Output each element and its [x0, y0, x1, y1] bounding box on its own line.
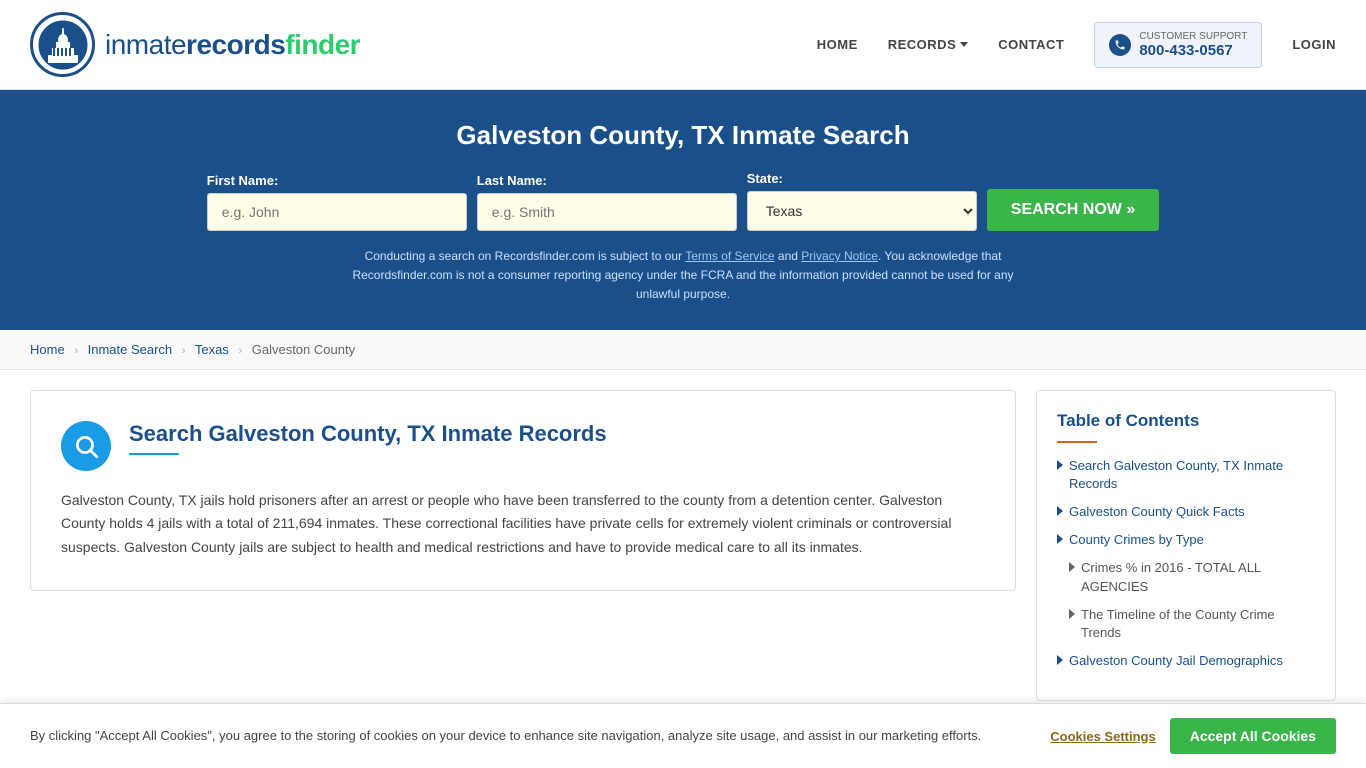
toc-link-1[interactable]: Search Galveston County, TX Inmate Recor… — [1069, 457, 1315, 493]
article-heading: Search Galveston County, TX Inmate Recor… — [129, 421, 607, 447]
last-name-input[interactable] — [477, 193, 737, 231]
breadcrumb-home[interactable]: Home — [30, 342, 65, 357]
accept-all-cookies-button[interactable]: Accept All Cookies — [1170, 718, 1336, 754]
first-name-label: First Name: — [207, 173, 279, 188]
toc-heading: Table of Contents — [1057, 411, 1315, 431]
breadcrumb-sep-2: › — [182, 345, 186, 357]
header: inmaterecordsfinder HOME RECORDS CONTACT… — [0, 0, 1366, 90]
cookie-actions: Cookies Settings Accept All Cookies — [1050, 718, 1336, 754]
nav-records[interactable]: RECORDS — [888, 37, 969, 52]
chevron-right-icon — [1057, 460, 1063, 470]
article-underline — [129, 453, 179, 455]
terms-link[interactable]: Terms of Service — [685, 249, 774, 263]
chevron-right-icon — [1057, 506, 1063, 516]
breadcrumb-county: Galveston County — [252, 342, 355, 357]
support-phone: 800-433-0567 — [1139, 42, 1247, 59]
breadcrumb-state[interactable]: Texas — [195, 342, 229, 357]
toc-link-5[interactable]: The Timeline of the County Crime Trends — [1081, 606, 1315, 642]
toc-item: Search Galveston County, TX Inmate Recor… — [1057, 457, 1315, 493]
chevron-right-icon — [1057, 534, 1063, 544]
toc-link-4[interactable]: Crimes % in 2016 - TOTAL ALL AGENCIES — [1081, 559, 1315, 595]
nav-records-label: RECORDS — [888, 37, 957, 52]
logo-text[interactable]: inmaterecordsfinder — [105, 29, 360, 61]
article: Search Galveston County, TX Inmate Recor… — [30, 390, 1016, 591]
login-button[interactable]: LOGIN — [1292, 37, 1336, 52]
sidebar: Table of Contents Search Galveston Count… — [1036, 390, 1336, 702]
hero-section: Galveston County, TX Inmate Search First… — [0, 90, 1366, 330]
state-select[interactable]: Texas — [747, 191, 977, 231]
chevron-down-icon — [960, 42, 968, 47]
phone-icon — [1109, 34, 1131, 56]
search-form: First Name: Last Name: State: Texas SEAR… — [20, 171, 1346, 231]
logo-area: inmaterecordsfinder — [30, 12, 360, 77]
search-button[interactable]: SEARCH NOW » — [987, 189, 1159, 231]
toc-link-2[interactable]: Galveston County Quick Facts — [1069, 503, 1245, 521]
article-header: Search Galveston County, TX Inmate Recor… — [61, 421, 985, 471]
cookie-banner: By clicking "Accept All Cookies", you ag… — [0, 703, 1366, 768]
breadcrumb-sep-3: › — [238, 345, 242, 357]
state-group: State: Texas — [747, 171, 977, 231]
nav-contact[interactable]: CONTACT — [998, 37, 1064, 52]
privacy-link[interactable]: Privacy Notice — [801, 249, 878, 263]
article-body: Galveston County, TX jails hold prisoner… — [61, 489, 985, 560]
state-label: State: — [747, 171, 783, 186]
toc-item: County Crimes by Type — [1057, 531, 1315, 549]
breadcrumb-sep-1: › — [74, 345, 78, 357]
nav-home[interactable]: HOME — [817, 37, 858, 52]
support-info: CUSTOMER SUPPORT 800-433-0567 — [1139, 31, 1247, 59]
first-name-group: First Name: — [207, 173, 467, 231]
breadcrumb: Home › Inmate Search › Texas › Galveston… — [0, 330, 1366, 370]
hero-disclaimer: Conducting a search on Recordsfinder.com… — [333, 247, 1033, 305]
article-title-area: Search Galveston County, TX Inmate Recor… — [129, 421, 607, 455]
toc-item: Galveston County Quick Facts — [1057, 503, 1315, 521]
toc-link-3[interactable]: County Crimes by Type — [1069, 531, 1204, 549]
toc-item: The Timeline of the County Crime Trends — [1057, 606, 1315, 642]
last-name-label: Last Name: — [477, 173, 547, 188]
toc-underline — [1057, 441, 1097, 443]
logo-icon — [30, 12, 95, 77]
customer-support: CUSTOMER SUPPORT 800-433-0567 — [1094, 22, 1262, 68]
cookie-text: By clicking "Accept All Cookies", you ag… — [30, 726, 1030, 746]
chevron-right-icon — [1069, 609, 1075, 619]
first-name-input[interactable] — [207, 193, 467, 231]
toc-item: Crimes % in 2016 - TOTAL ALL AGENCIES — [1057, 559, 1315, 595]
cookies-settings-button[interactable]: Cookies Settings — [1050, 729, 1155, 744]
toc-link-6[interactable]: Galveston County Jail Demographics — [1069, 652, 1283, 670]
breadcrumb-inmate-search[interactable]: Inmate Search — [88, 342, 173, 357]
toc-item: Galveston County Jail Demographics — [1057, 652, 1315, 670]
last-name-group: Last Name: — [477, 173, 737, 231]
search-icon-circle — [61, 421, 111, 471]
support-label: CUSTOMER SUPPORT — [1139, 31, 1247, 42]
chevron-right-icon — [1069, 562, 1075, 572]
nav-area: HOME RECORDS CONTACT CUSTOMER SUPPORT 80… — [817, 22, 1336, 68]
table-of-contents: Table of Contents Search Galveston Count… — [1036, 390, 1336, 702]
chevron-right-icon — [1057, 655, 1063, 665]
main-content: Search Galveston County, TX Inmate Recor… — [0, 370, 1366, 722]
page-title: Galveston County, TX Inmate Search — [20, 120, 1346, 151]
